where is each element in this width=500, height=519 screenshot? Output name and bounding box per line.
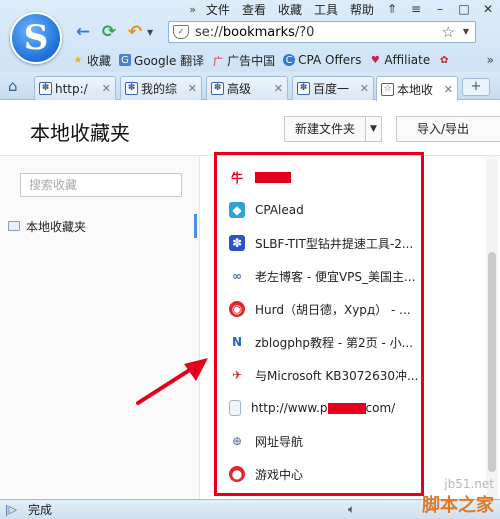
extension-icon[interactable]: ✿ — [438, 54, 450, 66]
menu-tools[interactable]: 工具 — [308, 1, 344, 18]
tab-2[interactable]: ✽ 我的综 ✕ — [120, 76, 202, 100]
nav-buttons: ← ⟳ ↶ ▼ — [72, 20, 153, 44]
tab-close-icon[interactable]: ✕ — [274, 82, 283, 95]
refresh-icon[interactable]: ⟳ — [98, 21, 120, 43]
watermark: jb51.net 脚本之家 — [422, 477, 494, 516]
menu-help[interactable]: 帮助 — [344, 1, 380, 18]
address-bar[interactable]: ✓ se://bookmarks/?0 ☆ ▼ — [168, 21, 476, 43]
menu-bar: » 文件 查看 收藏 工具 帮助 ⇑ ≡ – □ ✕ — [185, 0, 500, 18]
bookmark-bar-affiliate[interactable]: ♥ Affiliate — [369, 53, 430, 67]
annotation-arrow — [136, 358, 208, 405]
tab-close-icon[interactable]: ✕ — [188, 82, 197, 95]
google-translate-icon: G — [119, 54, 132, 66]
new-tab-button[interactable]: + — [462, 78, 490, 96]
bookmarks-page: 本地收藏夹 新建文件夹 ▼ 导入/导出 搜索收藏 本地收藏夹 牛 ◆ CPAle… — [0, 101, 500, 499]
tab-3[interactable]: ✽ 高级 ✕ — [206, 76, 288, 100]
tab-strip: ⌂ ✽ http:/ ✕ ✽ 我的综 ✕ ✽ 高级 ✕ ✽ 百度一 ✕ ☆ 本地… — [0, 72, 500, 101]
tab-close-icon[interactable]: ✕ — [102, 82, 111, 95]
menu-file[interactable]: 文件 — [200, 1, 236, 18]
bookmark-star-icon[interactable]: ☆ — [442, 23, 455, 41]
tab-close-icon[interactable]: ✕ — [444, 83, 453, 96]
menu-view[interactable]: 查看 — [236, 1, 272, 18]
undo-close-icon[interactable]: ↶ — [124, 21, 146, 43]
tab-star-icon: ☆ — [381, 82, 394, 96]
bookmarks-bar: ★ 收藏 G Google 翻译 广广告中国 C CPA Offers ♥ Affili… — [72, 50, 500, 70]
home-icon[interactable]: ⌂ — [8, 77, 18, 95]
tab-paw-icon: ✽ — [39, 82, 52, 95]
status-text: 完成 — [28, 503, 53, 517]
bookmark-bar-favorites[interactable]: ★ 收藏 — [72, 52, 112, 69]
ad-china-icon: 广 — [213, 56, 224, 68]
tab-paw-icon: ✽ — [125, 82, 138, 95]
menu-favorites[interactable]: 收藏 — [272, 1, 308, 18]
maximize-icon[interactable]: □ — [452, 2, 476, 16]
address-url[interactable]: se://bookmarks/?0 — [195, 25, 314, 40]
sogou-browser-logo[interactable]: S — [10, 12, 62, 64]
tab-1[interactable]: ✽ http:/ ✕ — [34, 76, 116, 100]
security-shield-icon: ✓ — [173, 25, 189, 39]
browser-chrome: S » 文件 查看 收藏 工具 帮助 ⇑ ≡ – □ ✕ ← ⟳ ↶ ▼ ✓ s… — [0, 0, 500, 72]
tab-close-icon[interactable]: ✕ — [360, 82, 369, 95]
minimize-icon[interactable]: – — [428, 2, 452, 16]
bookmarks-more-icon[interactable]: » — [487, 53, 494, 67]
star-icon: ★ — [73, 54, 83, 66]
menu-more-chevron-icon[interactable]: » — [185, 3, 200, 16]
tab-4[interactable]: ✽ 百度一 ✕ — [292, 76, 374, 100]
undo-dropdown-icon[interactable]: ▼ — [147, 28, 153, 37]
tab-paw-icon: ✽ — [297, 82, 310, 95]
volume-icon[interactable]: 🔈︎ — [348, 502, 355, 517]
close-window-icon[interactable]: ✕ — [476, 2, 500, 16]
menu-icon[interactable]: ≡ — [404, 2, 428, 16]
bookmark-bar-ad-china[interactable]: 广广告中国 — [212, 52, 275, 69]
affiliate-icon: ♥ — [370, 54, 380, 66]
tab-paw-icon: ✽ — [211, 82, 224, 95]
back-arrow-icon[interactable]: ← — [72, 21, 94, 43]
bookmark-bar-google-translate[interactable]: G Google 翻译 — [119, 52, 204, 69]
tab-5-active[interactable]: ☆ 本地收 ✕ — [376, 76, 458, 101]
bookmark-bar-cpa-offers[interactable]: C CPA Offers — [283, 53, 361, 67]
skin-icon[interactable]: ⇑ — [380, 2, 404, 16]
cpa-offers-icon: C — [283, 54, 296, 66]
address-dropdown-icon[interactable]: ▼ — [463, 27, 469, 36]
sidebar-toggle-icon[interactable]: |▷ — [0, 503, 22, 516]
